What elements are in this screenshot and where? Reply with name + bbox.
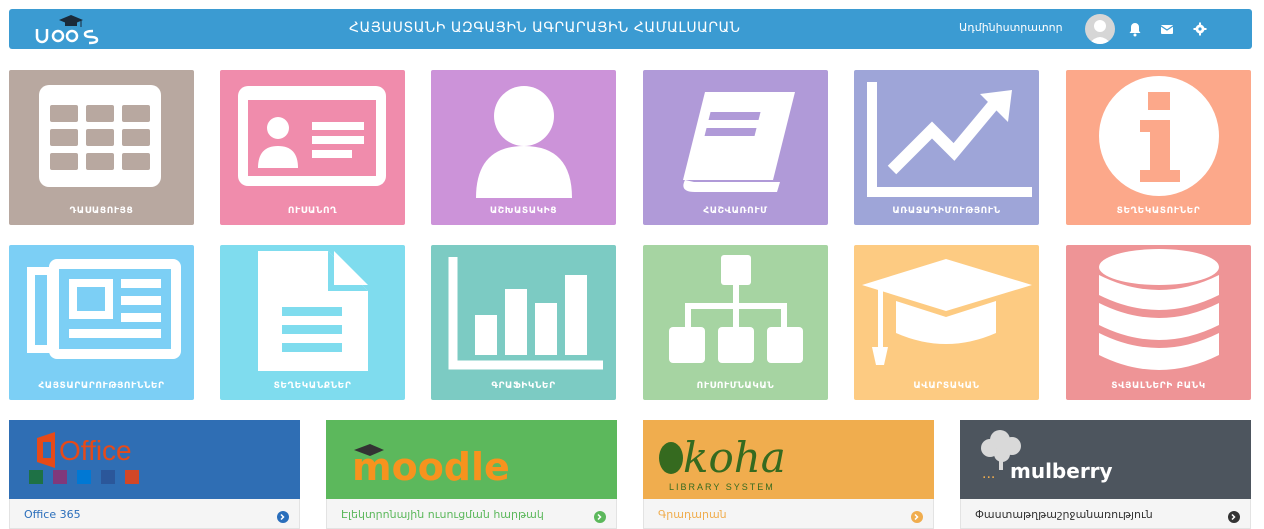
card-caption[interactable]: Էլեկտրոնային ուսուցման հարթակ xyxy=(341,508,544,521)
tile-label: ԱՌԱՋԱԴԻՄՈՒԹՅՈՒՆ xyxy=(892,206,1001,216)
card-mulberry[interactable]: ... mulberry Փաստաթղթաշրջանառություն xyxy=(960,420,1251,529)
gear-icon[interactable] xyxy=(1192,21,1208,37)
tile-schedule[interactable]: ԴԱՍԱՑՈՒՅՑ xyxy=(9,70,194,225)
tile-label: ՏՎՅԱԼՆԵՐԻ ԲԱՆԿ xyxy=(1111,381,1206,391)
bar-chart-icon xyxy=(431,245,616,375)
tile-announcements[interactable]: ՀԱՅՏԱՐԱՐՈՒԹՅՈՒՆՆԵՐ xyxy=(9,245,194,400)
card-caption[interactable]: Գրադարան xyxy=(658,508,727,521)
tile-charts[interactable]: ԳՐԱՖԻԿՆԵՐ xyxy=(431,245,616,400)
site-title: ՀԱՅԱՍՏԱՆԻ ԱԶԳԱՅԻՆ ԱԳՐԱՐԱՅԻՆ ՀԱՄԱԼՍԱՐԱՆ xyxy=(349,20,741,36)
tile-label: ԴԱՍԱՑՈՒՅՑ xyxy=(69,206,134,216)
koha-banner: koha LIBRARY SYSTEM xyxy=(643,420,934,499)
koha-logo-subtext: LIBRARY SYSTEM xyxy=(669,482,775,492)
tile-academic[interactable]: ՈՒՍՈՒՄՆԱԿԱՆ xyxy=(643,245,828,400)
card-caption[interactable]: Փաստաթղթաշրջանառություն xyxy=(975,508,1153,521)
tile-label: ՀԱՅՏԱՐԱՐՈՒԹՅՈՒՆՆԵՐ xyxy=(38,381,165,391)
tile-references[interactable]: ՏԵՂԵԿԱՆՔՆԵՐ xyxy=(220,245,405,400)
card-moodle[interactable]: moodle Էլեկտրոնային ուսուցման հարթակ xyxy=(326,420,617,529)
bell-icon[interactable] xyxy=(1127,21,1143,37)
svg-text:...: ... xyxy=(982,465,995,482)
tile-graduation[interactable]: ԱՎԱՐՏԱԿԱՆ xyxy=(854,245,1039,400)
book-icon xyxy=(643,70,828,200)
card-office365[interactable]: Office Office 365 xyxy=(9,420,300,529)
tile-label: ԱՇԽԱՏԱԿԻՑ xyxy=(489,206,558,216)
moodle-banner: moodle xyxy=(326,420,617,499)
top-navbar: ՀԱՅԱՍՏԱՆԻ ԱԶԳԱՅԻՆ ԱԳՐԱՐԱՅԻՆ ՀԱՄԱԼՍԱՐԱՆ Ա… xyxy=(9,9,1252,49)
arrow-circle-icon[interactable] xyxy=(277,508,289,523)
tile-accounting[interactable]: ՀԱՇՎԱՌՈՒՄ xyxy=(643,70,828,225)
envelope-icon[interactable] xyxy=(1159,21,1175,37)
moodle-logo-text: moodle xyxy=(352,445,510,489)
tile-info[interactable]: ՏԵՂԵԿԱՏՈՒՆԵՐ xyxy=(1066,70,1251,225)
sitemap-icon xyxy=(643,245,828,375)
office-banner: Office xyxy=(9,420,300,499)
tile-student[interactable]: ՈՒՍԱՆՈՂ xyxy=(220,70,405,225)
card-footer: Office 365 xyxy=(9,499,300,529)
tile-database[interactable]: ՏՎՅԱԼՆԵՐԻ ԲԱՆԿ xyxy=(1066,245,1251,400)
tile-progress[interactable]: ԱՌԱՋԱԴԻՄՈՒԹՅՈՒՆ xyxy=(854,70,1039,225)
card-caption[interactable]: Office 365 xyxy=(24,508,81,521)
arrow-circle-icon[interactable] xyxy=(911,508,923,523)
tile-label: ՀԱՇՎԱՌՈՒՄ xyxy=(703,206,768,216)
user-icon xyxy=(431,70,616,200)
arrow-circle-icon[interactable] xyxy=(1228,508,1240,523)
user-name[interactable]: Ադմինիստրատոր xyxy=(959,21,1063,34)
avatar-icon[interactable] xyxy=(1085,14,1115,44)
graduation-cap-icon xyxy=(854,245,1039,375)
tile-staff[interactable]: ԱՇԽԱՏԱԿԻՑ xyxy=(431,70,616,225)
mulberry-banner: ... mulberry xyxy=(960,420,1251,499)
tile-label: ՈՒՍԱՆՈՂ xyxy=(287,206,338,216)
office-logo-text: Office xyxy=(59,435,132,466)
calendar-grid-icon xyxy=(9,70,194,200)
newspaper-icon xyxy=(9,245,194,375)
id-card-icon xyxy=(220,70,405,200)
tile-label: ԳՐԱՖԻԿՆԵՐ xyxy=(491,381,556,391)
card-footer: Փաստաթղթաշրջանառություն xyxy=(960,499,1251,529)
document-icon xyxy=(220,245,405,375)
arrow-circle-icon[interactable] xyxy=(594,508,606,523)
card-footer: Գրադարան xyxy=(643,499,934,529)
tile-label: ԱՎԱՐՏԱԿԱՆ xyxy=(913,381,980,391)
tile-label: ՏԵՂԵԿԱՏՈՒՆԵՐ xyxy=(1116,206,1201,216)
card-koha[interactable]: koha LIBRARY SYSTEM Գրադարան xyxy=(643,420,934,529)
university-logo[interactable] xyxy=(31,13,111,47)
koha-logo-text: koha xyxy=(683,433,786,482)
trend-chart-icon xyxy=(854,70,1039,200)
database-icon xyxy=(1066,245,1251,375)
tile-label: ՏԵՂԵԿԱՆՔՆԵՐ xyxy=(273,381,352,391)
card-footer: Էլեկտրոնային ուսուցման հարթակ xyxy=(326,499,617,529)
mulberry-logo-text: mulberry xyxy=(1010,459,1113,483)
info-icon xyxy=(1066,70,1251,200)
tile-label: ՈՒՍՈՒՄՆԱԿԱՆ xyxy=(696,381,775,391)
